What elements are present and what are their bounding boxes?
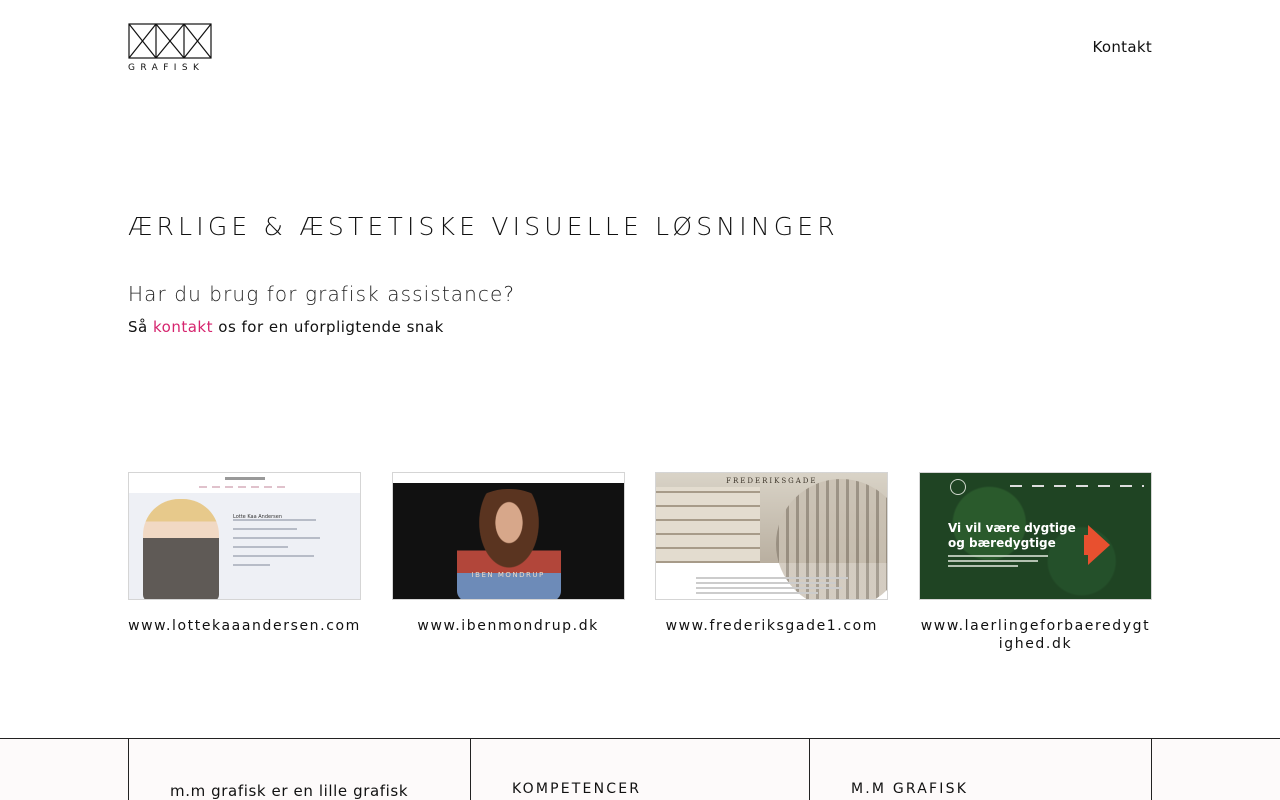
- portrait-image: [456, 489, 561, 599]
- building-image: [656, 473, 888, 599]
- thumb-headline: Vi vil være dygtige og bæredygtige: [948, 521, 1076, 551]
- project-url[interactable]: www.ibenmondrup.dk: [392, 617, 625, 635]
- footer-competences-heading: KOMPETENCER: [512, 781, 642, 797]
- thumb-name: IBEN MONDRUP: [471, 571, 545, 579]
- project-thumbnail[interactable]: FREDERIKSGADE: [655, 472, 889, 600]
- footer-divider: [1151, 739, 1152, 800]
- project-thumbnail[interactable]: Lotte Kaa Andersen: [128, 472, 361, 600]
- thumb-logo-icon: [949, 479, 966, 495]
- footer-company-heading: M.M GRAFISK: [851, 781, 969, 797]
- footer: m.m grafisk er en lille grafisk KOMPETEN…: [0, 738, 1280, 800]
- thumb-headline-1: Vi vil være dygtige: [947, 521, 1076, 535]
- thumb-nav: [1009, 485, 1144, 487]
- project-url[interactable]: www.laerlingeforbaeredygtighed.dk: [919, 617, 1152, 653]
- thumb-nav: [129, 473, 360, 493]
- project-url[interactable]: www.frederiksgade1.com: [655, 617, 888, 635]
- project-thumbnail[interactable]: IBEN MONDRUP: [391, 472, 625, 600]
- logo[interactable]: GRAFISK: [128, 23, 212, 75]
- thumb-name: FREDERIKSGADE: [726, 477, 818, 485]
- logo-text: GRAFISK: [128, 63, 205, 73]
- thumb-nav: [392, 473, 624, 483]
- thumb-text-lines: [233, 519, 325, 573]
- hero-contact-link[interactable]: kontakt: [153, 318, 213, 336]
- logo-mark-icon: [128, 23, 212, 59]
- project-card[interactable]: Vi vil være dygtige og bæredygtige www.l…: [918, 472, 1152, 653]
- project-card[interactable]: FREDERIKSGADE www.frederiksgade1.com: [655, 472, 889, 653]
- footer-divider: [809, 739, 810, 800]
- footer-divider: [470, 739, 471, 800]
- hero-subtitle: Har du brug for grafisk assistance?: [128, 282, 516, 306]
- thumb-headline-2: og bæredygtige: [947, 536, 1056, 550]
- portrait-image: [143, 499, 219, 599]
- nav-contact-link[interactable]: Kontakt: [1092, 38, 1152, 56]
- hero-contact-line: Så kontakt os for en uforpligtende snak: [128, 318, 444, 336]
- arrow-right-icon: [1087, 525, 1110, 565]
- footer-divider: [128, 739, 129, 800]
- thumb-text-lines: [947, 555, 1048, 570]
- hero-line-prefix: Så: [128, 318, 148, 336]
- thumb-text-lines: [696, 577, 849, 597]
- hero-line-suffix: os for en uforpligtende snak: [218, 318, 444, 336]
- project-thumbnail[interactable]: Vi vil være dygtige og bæredygtige: [918, 472, 1152, 600]
- project-card[interactable]: Lotte Kaa Andersen www.lottekaaandersen.…: [128, 472, 361, 653]
- project-url[interactable]: www.lottekaaandersen.com: [128, 617, 361, 635]
- project-card[interactable]: IBEN MONDRUP www.ibenmondrup.dk: [391, 472, 625, 653]
- project-grid: Lotte Kaa Andersen www.lottekaaandersen.…: [128, 472, 1152, 653]
- footer-about-text: m.m grafisk er en lille grafisk: [170, 782, 409, 800]
- hero-title: ÆRLIGE & ÆSTETISKE VISUELLE LØSNINGER: [128, 212, 839, 241]
